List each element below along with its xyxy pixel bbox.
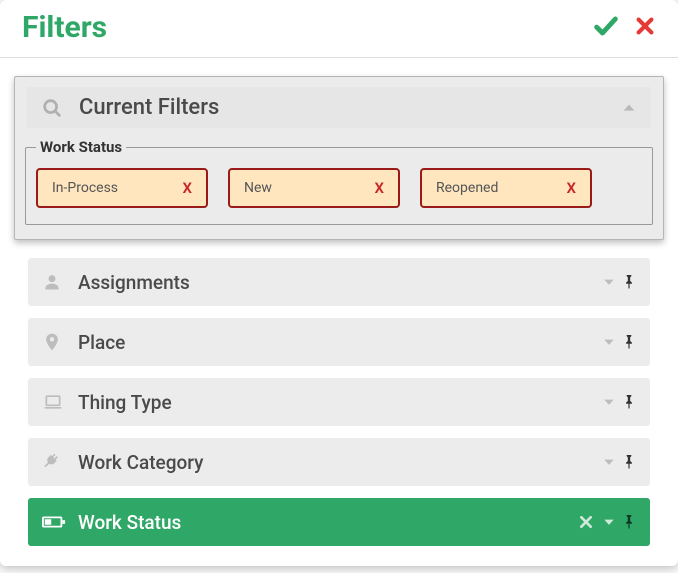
filter-row-label: Assignments <box>78 271 602 294</box>
close-button[interactable] <box>634 15 656 41</box>
pin-icon <box>42 332 78 352</box>
chip-label: New <box>244 180 272 196</box>
pin-icon[interactable] <box>622 513 636 531</box>
chip-label: Reopened <box>436 180 498 196</box>
current-filters-title: Current Filters <box>79 95 621 120</box>
chip-remove-button[interactable]: X <box>183 179 193 197</box>
user-icon <box>42 272 78 292</box>
dialog-header: Filters <box>0 0 678 58</box>
filter-chip: New X <box>228 168 400 208</box>
filter-row-label: Place <box>78 331 602 354</box>
chip-remove-button[interactable]: X <box>567 179 577 197</box>
filters-dialog: Filters Current Filters Work Status <box>0 0 678 566</box>
current-filters-group: Work Status In-Process X New X Reopened X <box>25 138 653 225</box>
laptop-icon <box>42 392 78 412</box>
filter-chip: Reopened X <box>420 168 592 208</box>
dialog-title: Filters <box>22 10 107 45</box>
chevron-down-icon[interactable] <box>602 395 616 409</box>
chevron-down-icon[interactable] <box>602 455 616 469</box>
chip-label: In-Process <box>52 180 118 196</box>
plug-icon <box>42 452 78 472</box>
filter-chip: In-Process X <box>36 168 208 208</box>
chevron-down-icon[interactable] <box>602 335 616 349</box>
filter-row-work-status[interactable]: Work Status <box>28 498 650 546</box>
group-label: Work Status <box>36 138 126 156</box>
chip-row: In-Process X New X Reopened X <box>36 168 642 208</box>
collapse-icon[interactable] <box>621 100 637 116</box>
filter-row-actions <box>602 333 636 351</box>
current-filters-panel: Current Filters Work Status In-ProcessXN… <box>14 76 664 240</box>
chevron-down-icon[interactable] <box>602 515 616 529</box>
battery-icon <box>42 513 78 531</box>
pin-icon[interactable] <box>622 393 636 411</box>
pin-icon[interactable] <box>622 333 636 351</box>
current-filters-header[interactable]: Current Filters <box>27 87 651 128</box>
pin-icon[interactable] <box>622 273 636 291</box>
dialog-body: Current Filters Work Status In-ProcessXN… <box>0 58 678 566</box>
pin-icon[interactable] <box>622 453 636 471</box>
filter-row-work-category[interactable]: Work Category <box>28 438 650 486</box>
filter-row-thing-type[interactable]: Thing Type <box>28 378 650 426</box>
search-icon <box>41 97 63 119</box>
filter-row-actions <box>602 453 636 471</box>
filter-row-label: Work Category <box>78 451 602 474</box>
filter-row-assignments[interactable]: Assignments <box>28 258 650 306</box>
filter-row-actions <box>602 393 636 411</box>
chip-remove-button[interactable]: X <box>375 179 385 197</box>
header-actions <box>592 12 656 44</box>
filter-row-label: Work Status <box>78 511 578 534</box>
clear-filter-button[interactable] <box>578 514 594 530</box>
chevron-down-icon[interactable] <box>602 275 616 289</box>
filter-row-place[interactable]: Place <box>28 318 650 366</box>
apply-button[interactable] <box>592 12 620 44</box>
filter-row-actions <box>602 273 636 291</box>
filter-list: Assignments Place Thing Type Work Category W… <box>14 258 664 546</box>
filter-row-actions <box>578 513 636 531</box>
filter-row-label: Thing Type <box>78 391 602 414</box>
